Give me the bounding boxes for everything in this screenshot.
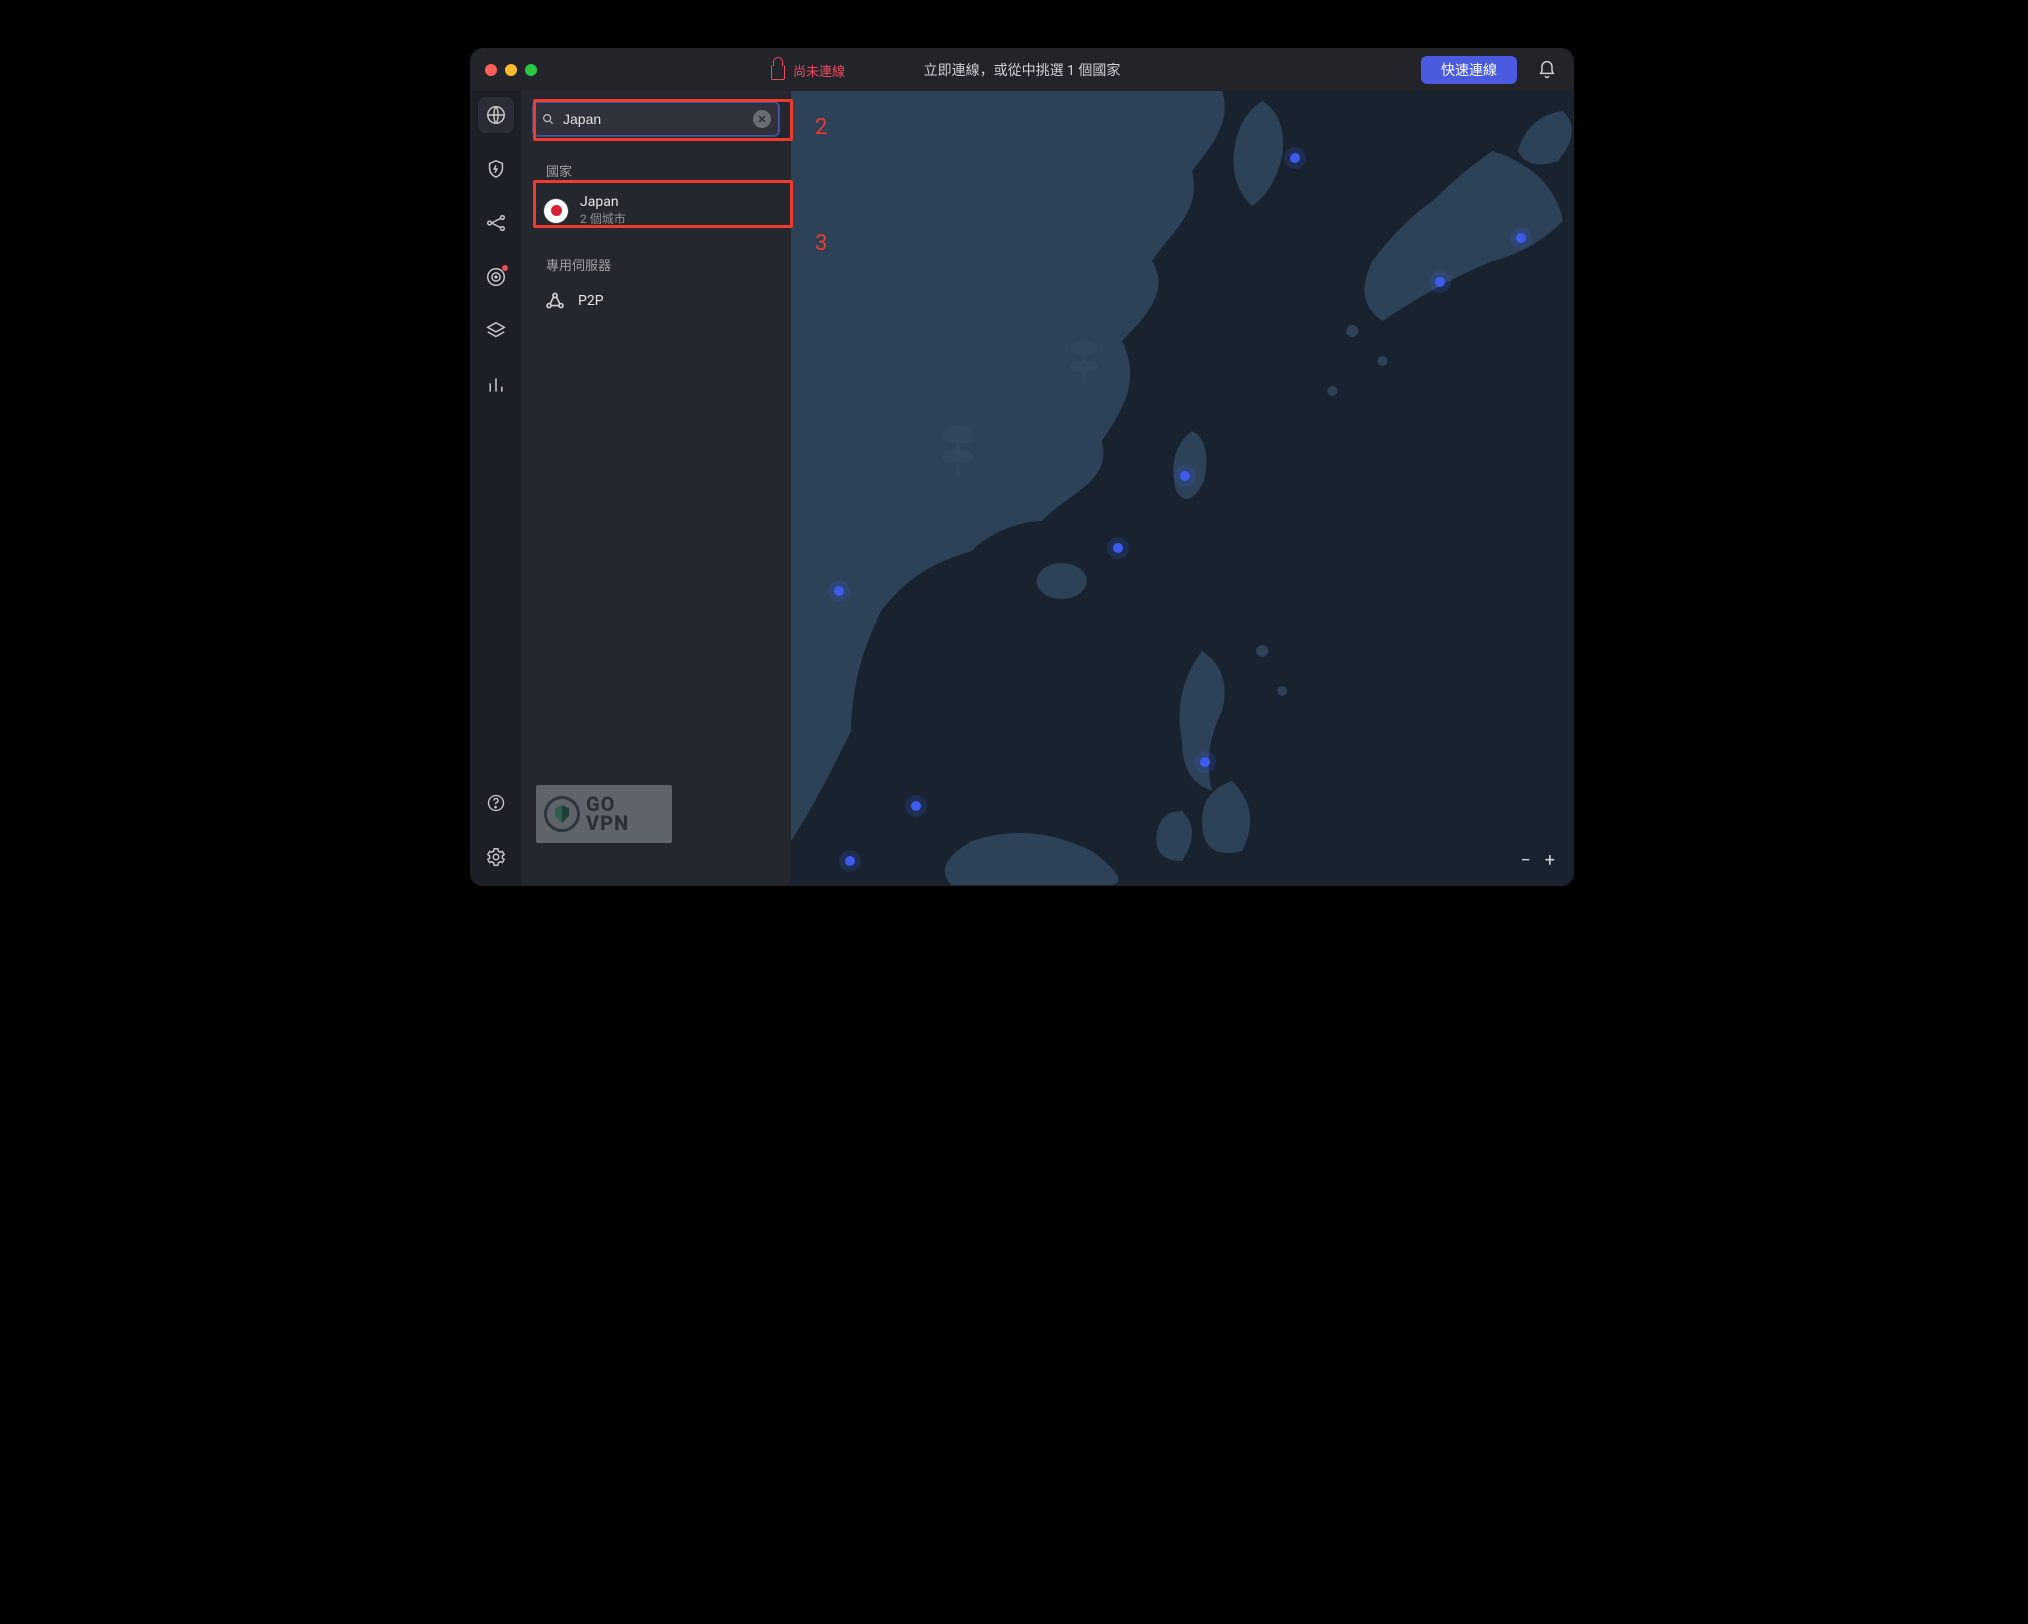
badge-dot: [502, 265, 508, 271]
map-node-laos[interactable]: [834, 586, 844, 596]
zoom-out-button[interactable]: −: [1520, 850, 1530, 871]
minimize-window-button[interactable]: [505, 64, 517, 76]
tab-statistics[interactable]: [478, 367, 514, 403]
tree-icon: [1061, 336, 1107, 386]
logo-shield-icon: [544, 796, 580, 832]
map-node-osaka[interactable]: [1435, 277, 1445, 287]
map-node-taiwan[interactable]: [1180, 471, 1190, 481]
flag-japan-icon: [544, 199, 568, 223]
logo-text-2: VPN: [586, 814, 629, 833]
country-sub: 2 個城市: [580, 210, 626, 227]
country-item-japan[interactable]: Japan 2 個城市: [522, 188, 790, 233]
stats-icon: [486, 375, 506, 395]
window-controls: [485, 64, 537, 76]
tab-countries[interactable]: [478, 97, 514, 133]
map-zoom-controls: − +: [1520, 850, 1555, 871]
zoom-in-button[interactable]: +: [1545, 850, 1555, 871]
tab-threat-protection[interactable]: [478, 259, 514, 295]
connection-status: 尚未連線: [771, 49, 845, 91]
special-group-label: 專用伺服器: [546, 255, 774, 274]
map-node-hk[interactable]: [1113, 543, 1123, 553]
layers-icon: [485, 320, 507, 342]
country-panel: 國家 Japan 2 個城市 專用伺服器 P2P: [522, 91, 791, 885]
titlebar-message: 立即連線，或從中挑選 1 個國家: [471, 60, 1573, 80]
sidebar-rail: [471, 91, 522, 885]
unlocked-icon: [771, 65, 785, 80]
clear-search-button[interactable]: [753, 110, 771, 128]
help-icon: [486, 793, 506, 813]
settings-button[interactable]: [478, 839, 514, 875]
quick-connect-button[interactable]: 快速連線: [1421, 56, 1517, 84]
map-node-singapore-area[interactable]: [845, 856, 855, 866]
app-window: 尚未連線 立即連線，或從中挑選 1 個國家 快速連線: [471, 49, 1573, 885]
status-text: 尚未連線: [793, 61, 845, 80]
p2p-label: P2P: [578, 293, 604, 309]
p2p-icon: [544, 290, 566, 312]
map-land: [791, 91, 1573, 885]
tree-icon: [931, 421, 985, 479]
mesh-icon: [485, 212, 507, 234]
settings-icon: [485, 846, 507, 868]
tab-security[interactable]: [478, 151, 514, 187]
search-icon: [541, 112, 555, 126]
titlebar: 尚未連線 立即連線，或從中挑選 1 個國家 快速連線: [471, 49, 1573, 91]
quick-connect-label: 快速連線: [1441, 60, 1497, 80]
fullscreen-window-button[interactable]: [525, 64, 537, 76]
search-input[interactable]: [561, 110, 753, 128]
close-window-button[interactable]: [485, 64, 497, 76]
help-button[interactable]: [478, 785, 514, 821]
notifications-button[interactable]: [1537, 60, 1557, 80]
special-server-p2p[interactable]: P2P: [522, 282, 790, 320]
map-node-tokyo[interactable]: [1516, 233, 1526, 243]
country-name: Japan: [580, 194, 626, 210]
map-node-korea[interactable]: [1290, 153, 1300, 163]
tab-meshnet[interactable]: [478, 205, 514, 241]
globe-icon: [485, 104, 507, 126]
map-node-malaysia[interactable]: [911, 801, 921, 811]
tab-presets[interactable]: [478, 313, 514, 349]
countries-group-label: 國家: [546, 161, 774, 180]
world-map[interactable]: − +: [791, 91, 1573, 885]
search-field-wrap[interactable]: [532, 101, 780, 137]
brand-logo: GO VPN: [536, 785, 672, 843]
shield-bolt-icon: [485, 158, 507, 180]
map-node-philippines[interactable]: [1200, 757, 1210, 767]
